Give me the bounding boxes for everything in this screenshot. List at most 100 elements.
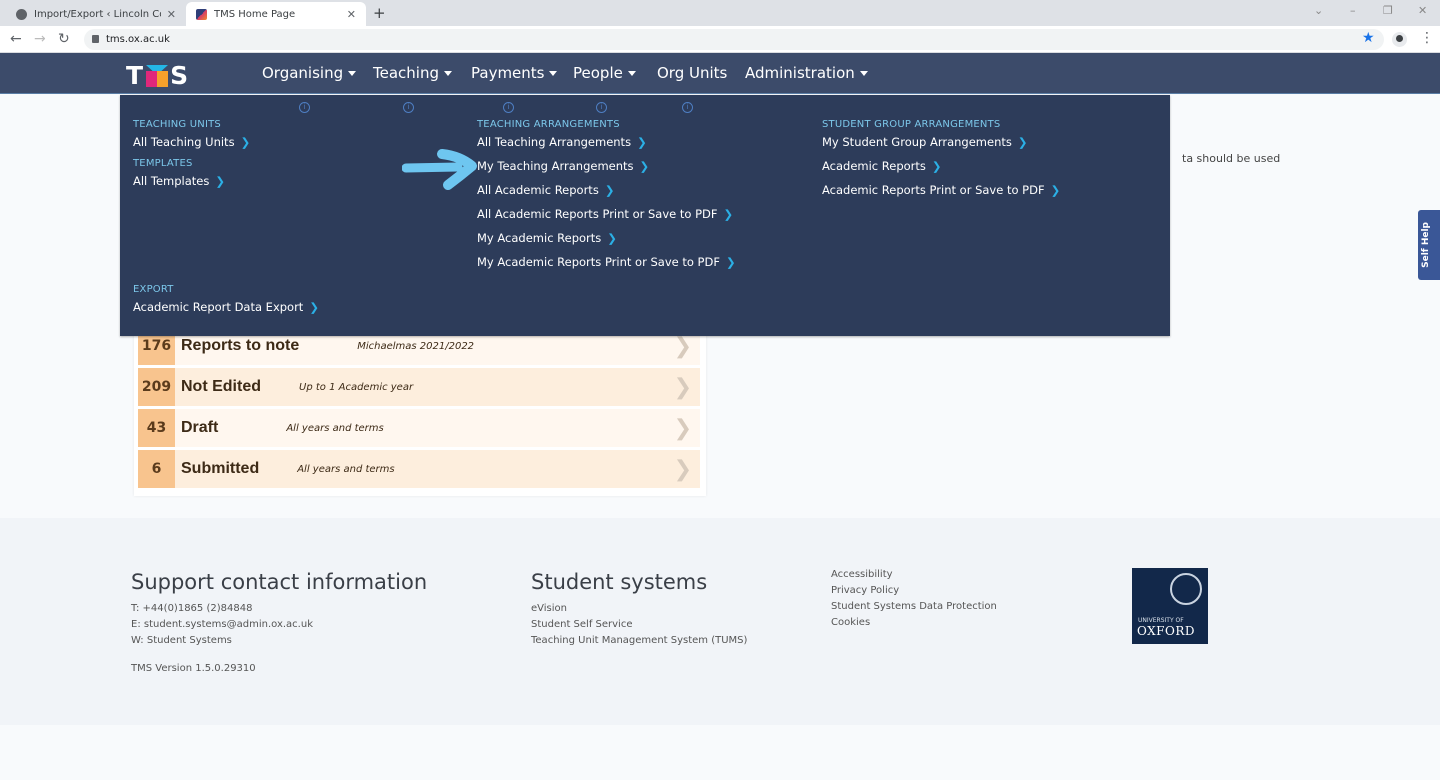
restore-button[interactable]: ❐: [1383, 4, 1393, 17]
link-all-teaching-arrangements[interactable]: All Teaching Arrangements ❯: [477, 135, 647, 149]
report-note: Michaelmas 2021/2022: [357, 340, 475, 352]
bookmark-star-icon[interactable]: ★: [1362, 30, 1375, 46]
link-my-academic-reports-pdf[interactable]: My Academic Reports Print or Save to PDF…: [477, 255, 736, 269]
link-academic-reports-pdf[interactable]: Academic Reports Print or Save to PDF ❯: [822, 183, 1060, 197]
info-icon[interactable]: i: [503, 102, 514, 113]
report-note: All years and terms: [286, 422, 384, 434]
chevron-right-icon: ❯: [215, 174, 226, 188]
new-tab-button[interactable]: +: [373, 4, 386, 22]
report-label: Draft: [181, 419, 219, 436]
academic-reports-panel: 176 Reports to note Michaelmas 2021/2022…: [134, 320, 706, 496]
link-my-teaching-arrangements[interactable]: My Teaching Arrangements ❯: [477, 159, 649, 173]
browser-menu-icon[interactable]: ⋮: [1420, 30, 1434, 46]
link-evision[interactable]: eVision: [531, 601, 567, 617]
reload-button[interactable]: ↻: [58, 31, 70, 47]
chevron-right-icon: ❯: [1050, 183, 1061, 197]
report-row-submitted[interactable]: 6 Submitted All years and terms ❯: [138, 450, 700, 488]
browser-tab-import-export[interactable]: Import/Export ‹ Lincoln College ‹ ✕: [6, 2, 186, 26]
window-close-button[interactable]: ✕: [1418, 4, 1427, 17]
link-academic-report-data-export[interactable]: Academic Report Data Export ❯: [133, 300, 319, 314]
report-count: 43: [138, 409, 175, 447]
close-tab-icon[interactable]: ✕: [347, 8, 356, 21]
profile-avatar-icon[interactable]: [1392, 32, 1407, 47]
support-web[interactable]: W: Student Systems: [131, 633, 232, 649]
tab-search-icon[interactable]: ⌄: [1314, 4, 1323, 17]
oxford-logo[interactable]: UNIVERSITY OF OXFORD: [1132, 568, 1208, 644]
chevron-right-icon: ❯: [309, 300, 319, 314]
info-icon[interactable]: i: [682, 102, 693, 113]
report-label: Reports to note: [181, 337, 300, 354]
link-label: My Academic Reports: [477, 231, 602, 245]
link-tums[interactable]: Teaching Unit Management System (TUMS): [531, 633, 747, 649]
caret-down-icon: [627, 71, 636, 76]
back-button[interactable]: ←: [10, 31, 22, 47]
info-icon[interactable]: i: [299, 102, 310, 113]
nav-payments[interactable]: Payments: [471, 53, 558, 94]
support-email[interactable]: E: student.systems@admin.ox.ac.uk: [131, 617, 313, 633]
nav-label: Administration: [745, 64, 855, 82]
intro-text: ta should be used: [1182, 152, 1281, 165]
browser-tab-tms-home[interactable]: TMS Home Page ✕: [186, 2, 366, 26]
self-help-label: Self Help: [1421, 222, 1431, 268]
report-row-not-edited[interactable]: 209 Not Edited Up to 1 Academic year ❯: [138, 368, 700, 406]
logo-letter-t: T: [126, 61, 145, 90]
link-all-academic-reports-pdf[interactable]: All Academic Reports Print or Save to PD…: [477, 207, 733, 221]
report-row-draft[interactable]: 43 Draft All years and terms ❯: [138, 409, 700, 447]
tab-title: TMS Home Page: [214, 8, 296, 20]
app-navbar: T S Organising Teaching Payments People …: [0, 53, 1440, 94]
link-academic-reports[interactable]: Academic Reports ❯: [822, 159, 942, 173]
oxford-crest-icon: [1170, 573, 1202, 605]
chevron-right-icon: ❯: [673, 375, 692, 400]
nav-label: Payments: [471, 64, 545, 82]
link-label: All Teaching Arrangements: [477, 135, 632, 149]
link-my-academic-reports[interactable]: My Academic Reports ❯: [477, 231, 617, 245]
nav-administration[interactable]: Administration: [745, 53, 868, 94]
nav-teaching[interactable]: Teaching: [373, 53, 452, 94]
link-label: All Academic Reports Print or Save to PD…: [477, 207, 718, 221]
oxford-logo-line2: OXFORD: [1137, 624, 1195, 638]
report-note: All years and terms: [297, 463, 395, 475]
chevron-right-icon: ❯: [725, 255, 736, 269]
student-systems-heading: Student systems: [531, 570, 708, 594]
link-my-student-group-arrangements[interactable]: My Student Group Arrangements ❯: [822, 135, 1028, 149]
close-tab-icon[interactable]: ✕: [167, 8, 176, 21]
link-accessibility[interactable]: Accessibility: [831, 567, 893, 583]
link-all-academic-reports[interactable]: All Academic Reports ❯: [477, 183, 614, 197]
nav-organising[interactable]: Organising: [262, 53, 357, 94]
nav-org-units[interactable]: Org Units: [657, 53, 727, 94]
link-label: My Student Group Arrangements: [822, 135, 1012, 149]
logo-m-mark: [146, 64, 169, 87]
annotation-arrow-icon: [402, 149, 477, 190]
info-icon[interactable]: i: [403, 102, 414, 113]
link-student-self-service[interactable]: Student Self Service: [531, 617, 632, 633]
link-label: Academic Reports: [822, 159, 926, 173]
caret-down-icon: [348, 71, 357, 76]
tms-version: TMS Version 1.5.0.29310: [131, 663, 256, 674]
teaching-dropdown-menu: i i i i i TEACHING UNITS All Teaching Un…: [120, 95, 1170, 336]
caret-down-icon: [443, 71, 452, 76]
forward-button[interactable]: →: [34, 31, 46, 47]
link-label: All Templates: [133, 174, 210, 188]
chevron-right-icon: ❯: [931, 159, 942, 173]
tms-logo[interactable]: T S: [126, 61, 189, 90]
link-privacy-policy[interactable]: Privacy Policy: [831, 583, 899, 599]
url-input[interactable]: tms.ox.ac.uk: [84, 29, 1384, 50]
nav-people[interactable]: People: [573, 53, 636, 94]
section-heading-teaching-arrangements: TEACHING ARRANGEMENTS: [477, 119, 620, 130]
chevron-right-icon: ❯: [604, 183, 615, 197]
link-data-protection[interactable]: Student Systems Data Protection: [831, 599, 997, 615]
report-label: Submitted: [181, 460, 260, 477]
link-all-templates[interactable]: All Templates ❯: [133, 174, 225, 188]
report-count: 6: [138, 450, 175, 488]
info-icon[interactable]: i: [596, 102, 607, 113]
self-help-tab[interactable]: Self Help: [1418, 210, 1440, 280]
nav-label: People: [573, 64, 623, 82]
logo-letter-s: S: [170, 61, 190, 90]
chevron-right-icon: ❯: [1017, 135, 1028, 149]
link-all-teaching-units[interactable]: All Teaching Units ❯: [133, 135, 250, 149]
minimize-button[interactable]: –: [1350, 4, 1356, 17]
url-text: tms.ox.ac.uk: [106, 34, 170, 45]
link-cookies[interactable]: Cookies: [831, 615, 870, 631]
oxford-logo-line1: UNIVERSITY OF: [1138, 617, 1184, 624]
chevron-right-icon: ❯: [723, 207, 734, 221]
